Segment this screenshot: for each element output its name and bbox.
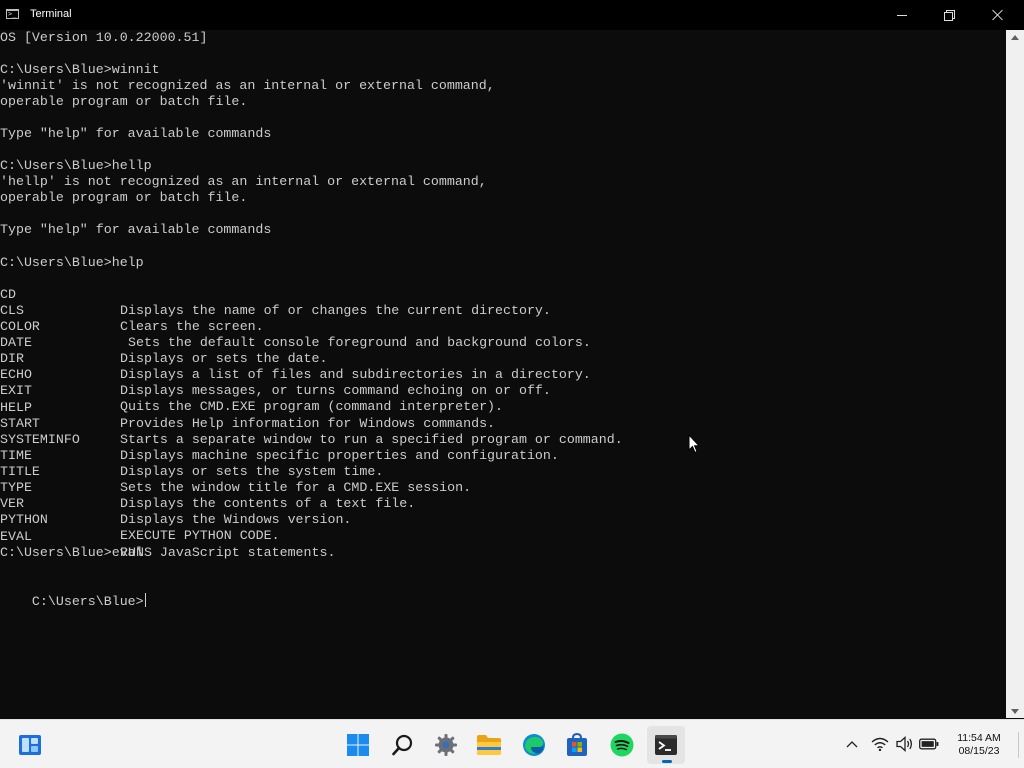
terminal-line: Type "help" for available commands	[0, 222, 272, 237]
battery-icon	[919, 738, 939, 750]
microsoft-store-button[interactable]	[558, 726, 596, 764]
help-description: Displays machine specific properties and…	[120, 448, 559, 463]
vertical-scrollbar[interactable]	[1006, 30, 1024, 718]
app-icon-glyph: >_	[8, 10, 17, 18]
microsoft-store-icon	[567, 733, 587, 756]
taskbar: 11:54 AM 08/15/23	[0, 719, 1024, 768]
minimize-icon	[897, 14, 907, 16]
help-row: ECHO Displays messages, or turns command…	[0, 351, 551, 398]
maximize-icon	[944, 10, 955, 21]
mouse-pointer-icon	[688, 434, 700, 454]
help-description: Sets the window title for a CMD.EXE sess…	[120, 480, 472, 495]
help-description: EXECUTE PYTHON CODE.	[120, 528, 280, 543]
maximize-button[interactable]	[926, 0, 972, 30]
help-row: TYPE Displays the contents of a text fil…	[0, 464, 415, 511]
terminal-line: operable program or batch file.	[0, 190, 248, 205]
help-row: COLOR Sets the default console foregroun…	[0, 303, 591, 350]
start-button[interactable]	[339, 726, 377, 764]
terminal-line: C:\Users\Blue>help	[0, 255, 144, 270]
terminal-taskbar-button[interactable]	[647, 726, 685, 764]
widgets-button[interactable]	[11, 726, 49, 764]
clock-time: 11:54 AM	[957, 732, 1001, 744]
chevron-up-icon	[846, 741, 858, 748]
edge-icon	[523, 734, 545, 756]
terminal-line: 'hellp' is not recognized as an internal…	[0, 174, 487, 189]
file-explorer-icon	[477, 735, 501, 755]
help-description: Starts a separate window to run a specif…	[120, 432, 623, 447]
help-description: Displays messages, or turns command echo…	[120, 383, 551, 398]
volume-icon	[896, 736, 913, 752]
help-row: EXIT Quits the CMD.EXE program (command …	[0, 367, 503, 414]
terminal-line: C:\Users\Blue>winnit	[0, 62, 160, 77]
help-command: EVAL	[0, 529, 32, 544]
command-prompt-line[interactable]: C:\Users\Blue>	[0, 577, 146, 609]
command-prompt: C:\Users\Blue>	[31, 594, 144, 609]
terminal-app-icon: >_	[6, 9, 19, 19]
scroll-down-arrow-icon	[1011, 708, 1019, 714]
terminal-output[interactable]: OS [Version 10.0.22000.51] C:\Users\Blue…	[0, 30, 1006, 718]
settings-button[interactable]	[427, 726, 465, 764]
help-description: Displays the Windows version.	[120, 512, 352, 527]
minimize-button[interactable]	[879, 0, 925, 30]
terminal-line: operable program or batch file.	[0, 94, 248, 109]
window-title: Terminal	[30, 8, 72, 20]
active-app-indicator	[662, 760, 672, 763]
wifi-icon	[871, 737, 889, 751]
spotify-button[interactable]	[603, 726, 641, 764]
help-row: TIME Displays or sets the system time.	[0, 432, 383, 479]
search-button[interactable]	[384, 726, 422, 764]
help-row: PYTHON EXECUTE PYTHON CODE.	[0, 496, 280, 543]
show-desktop-button[interactable]	[1018, 732, 1019, 758]
terminal-icon	[655, 735, 677, 755]
spotify-icon	[610, 733, 634, 757]
help-row: HELP Provides Help information for Windo…	[0, 384, 495, 431]
help-description: Displays or sets the date.	[120, 351, 328, 366]
terminal-line: C:\Users\Blue>hellp	[0, 158, 152, 173]
scroll-down-button[interactable]	[1006, 704, 1024, 718]
help-description: Quits the CMD.EXE program (command inter…	[120, 399, 504, 414]
help-row: VER Displays the Windows version.	[0, 480, 351, 527]
help-description: Displays or sets the system time.	[120, 464, 384, 479]
widgets-icon	[19, 735, 41, 755]
help-row: START Starts a separate window to run a …	[0, 400, 623, 447]
text-cursor	[144, 593, 146, 607]
scroll-up-button[interactable]	[1006, 30, 1024, 44]
scroll-up-arrow-icon	[1011, 34, 1019, 40]
help-description: Sets the default console foreground and …	[128, 335, 591, 350]
help-row: TITLE Sets the window title for a CMD.EX…	[0, 448, 471, 495]
help-row: EVAL RUNS JavaScript statements.	[0, 513, 335, 560]
windows-start-icon	[347, 734, 369, 756]
close-icon	[992, 9, 1004, 21]
terminal-line: 'winnit' is not recognized as an interna…	[0, 78, 495, 93]
help-row: CD Displays the name of or changes the c…	[0, 271, 551, 318]
search-icon	[392, 734, 413, 756]
help-description: Provides Help information for Windows co…	[120, 416, 496, 431]
help-row: DATE Displays or sets the date.	[0, 319, 327, 366]
help-description: Displays the contents of a text file.	[120, 496, 416, 511]
battery-button[interactable]	[918, 735, 940, 753]
help-description: RUNS JavaScript statements.	[120, 545, 336, 560]
volume-button[interactable]	[894, 735, 916, 753]
edge-browser-button[interactable]	[515, 726, 553, 764]
network-button[interactable]	[870, 735, 890, 753]
help-row: CLS Clears the screen.	[0, 287, 264, 334]
show-hidden-icons-button[interactable]	[844, 735, 860, 753]
help-row: DIR Displays a list of files and subdire…	[0, 335, 591, 382]
terminal-line: Type "help" for available commands	[0, 126, 272, 141]
terminal-line: OS [Version 10.0.22000.51]	[0, 30, 208, 45]
terminal-line: C:\Users\Blue>eval	[0, 545, 144, 560]
help-description: Displays the name of or changes the curr…	[120, 303, 551, 318]
help-row: SYSTEMINFO Displays machine specific pro…	[0, 416, 559, 463]
clock-date: 08/15/23	[958, 745, 1000, 757]
title-bar[interactable]: >_ Terminal	[0, 0, 1024, 30]
taskbar-clock[interactable]: 11:54 AM 08/15/23	[948, 732, 1010, 758]
close-button[interactable]	[975, 0, 1021, 30]
settings-icon	[435, 734, 457, 756]
help-description: Displays a list of files and subdirector…	[120, 367, 591, 382]
help-description: Clears the screen.	[120, 319, 264, 334]
file-explorer-button[interactable]	[470, 726, 508, 764]
